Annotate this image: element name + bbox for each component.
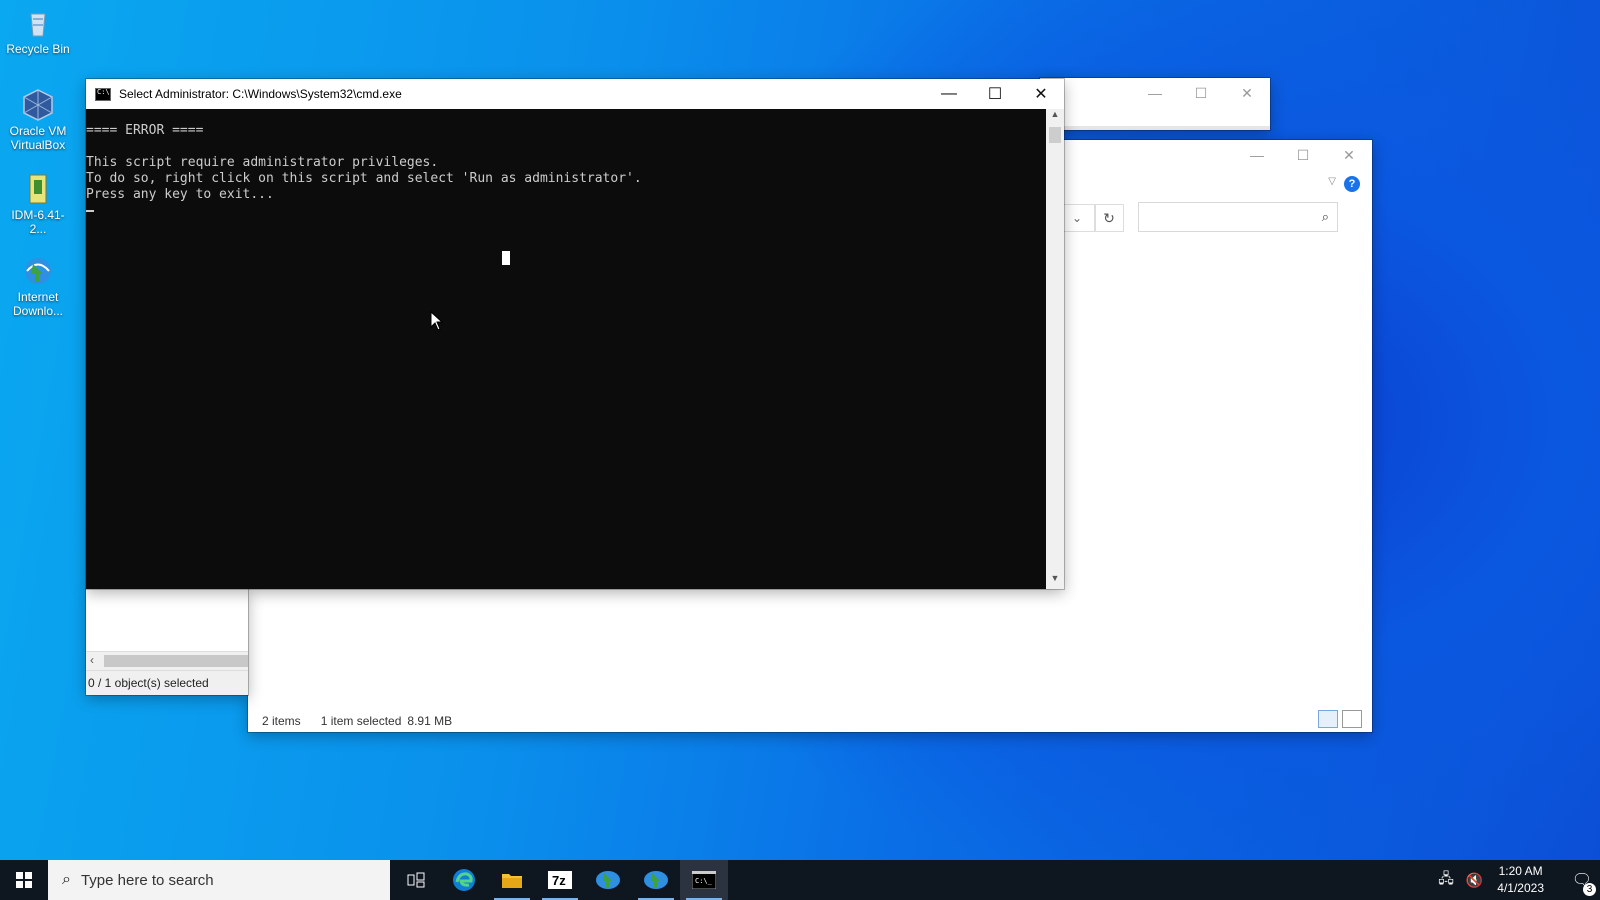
selection-block-cursor <box>502 251 510 265</box>
desktop-icon-virtualbox[interactable]: Oracle VM VirtualBox <box>4 88 72 152</box>
edge-icon <box>453 869 475 891</box>
console-line: Press any key to exit... <box>86 187 274 202</box>
desktop-icon-label: Recycle Bin <box>6 42 70 56</box>
scrollbar-thumb[interactable] <box>1049 127 1061 143</box>
svg-text:C:\_: C:\_ <box>695 877 713 885</box>
taskbar: ⌕ Type here to search 7z C:\_ 🖧 🔇 1:20 A… <box>0 860 1600 900</box>
refresh-icon: ↻ <box>1103 209 1115 226</box>
cmd-taskbar-button[interactable]: C:\_ <box>680 860 728 900</box>
idm-icon-2 <box>644 871 668 889</box>
scroll-left-icon[interactable]: ‹ <box>90 653 94 667</box>
console-line: To do so, right click on this script and… <box>86 171 642 186</box>
minimize-button[interactable]: — <box>1234 140 1280 170</box>
cmd-window[interactable]: Select Administrator: C:\Windows\System3… <box>86 79 1064 589</box>
task-view-icon <box>407 872 425 888</box>
file-explorer-icon <box>502 874 522 888</box>
file-explorer-taskbar-button[interactable] <box>488 860 536 900</box>
taskbar-search-box[interactable]: ⌕ Type here to search <box>48 860 390 900</box>
cmd-app-icon <box>95 87 111 101</box>
refresh-button[interactable]: ↻ <box>1094 204 1124 232</box>
archive-manager-window[interactable]: ‹ 0 / 1 object(s) selected <box>86 589 248 695</box>
maximize-button[interactable]: ☐ <box>1280 140 1326 170</box>
clock-date: 4/1/2023 <box>1497 881 1544 895</box>
console-line: This script require administrator privil… <box>86 155 439 170</box>
start-button[interactable] <box>0 860 48 900</box>
notification-badge: 3 <box>1583 883 1596 896</box>
selection-size: 8.91 MB <box>407 714 453 728</box>
item-count: 2 items <box>262 714 301 728</box>
horizontal-scrollbar[interactable]: ‹ <box>86 651 248 670</box>
scrollbar-thumb[interactable] <box>104 655 248 667</box>
task-view-button[interactable] <box>392 860 440 900</box>
selection-status: 1 item selected <box>320 714 402 728</box>
ribbon-expand-icon[interactable]: ▽ <box>1328 176 1336 187</box>
scroll-up-icon[interactable]: ▲ <box>1046 109 1064 125</box>
search-input[interactable]: ⌕ <box>1138 202 1338 232</box>
clock-time: 1:20 AM <box>1498 864 1543 878</box>
desktop-icon-idm[interactable]: Internet Downlo... <box>4 254 72 318</box>
help-icon[interactable]: ? <box>1344 176 1360 192</box>
explorer-caption: — ☐ ✕ <box>1234 140 1372 170</box>
windows-logo-icon <box>16 872 32 888</box>
vertical-scrollbar[interactable]: ▲ ▼ <box>1046 109 1064 589</box>
network-icon[interactable]: 🖧 <box>1438 868 1454 892</box>
cmd-icon: C:\_ <box>692 871 716 889</box>
window-title: Select Administrator: C:\Windows\System3… <box>119 87 402 101</box>
status-bar: 2 items 1 item selected 8.91 MB <box>262 714 452 728</box>
idm-icon <box>596 871 620 889</box>
action-center-button[interactable]: 🗨 3 <box>1564 870 1600 896</box>
desktop-icon-recycle-bin[interactable]: Recycle Bin <box>4 6 72 56</box>
background-window-caption: — ☐ ✕ <box>1132 78 1270 108</box>
background-window[interactable]: — ☐ ✕ <box>1040 78 1270 130</box>
status-bar: 0 / 1 object(s) selected <box>86 670 248 695</box>
internet-download-manager-icon <box>25 258 51 284</box>
close-button[interactable]: ✕ <box>1326 140 1372 170</box>
details-view-icon[interactable] <box>1318 710 1338 728</box>
desktop-icon-label: Internet Downlo... <box>12 290 64 318</box>
console-output[interactable]: ==== ERROR ==== This script require admi… <box>86 109 1046 589</box>
virtualbox-icon <box>23 89 53 121</box>
minimize-button[interactable]: — <box>926 79 972 109</box>
close-button[interactable]: ✕ <box>1018 79 1064 109</box>
svg-text:7z: 7z <box>552 873 566 888</box>
mouse-pointer-icon <box>430 311 444 331</box>
search-icon: ⌕ <box>1321 209 1329 224</box>
search-placeholder: Type here to search <box>80 871 214 889</box>
idm-taskbar-button-2[interactable] <box>632 860 680 900</box>
volume-muted-icon[interactable]: 🔇 <box>1466 872 1483 889</box>
desktop-icon-label: IDM-6.41-2... <box>11 208 65 236</box>
maximize-button[interactable]: ☐ <box>1178 78 1224 108</box>
large-icons-view-icon[interactable] <box>1342 710 1362 728</box>
console-line: ==== ERROR ==== <box>86 123 204 138</box>
idm-taskbar-button[interactable] <box>584 860 632 900</box>
edge-taskbar-button[interactable] <box>440 860 488 900</box>
close-button[interactable]: ✕ <box>1224 78 1270 108</box>
desktop: Recycle Bin Oracle VM VirtualBox IDM-6.4… <box>0 0 1600 860</box>
scroll-down-icon[interactable]: ▼ <box>1046 573 1064 589</box>
clock[interactable]: 1:20 AM 4/1/2023 <box>1497 863 1544 897</box>
minimize-button[interactable]: — <box>1132 78 1178 108</box>
installer-icon <box>29 174 47 204</box>
search-icon: ⌕ <box>62 871 71 888</box>
cmd-title-bar[interactable]: Select Administrator: C:\Windows\System3… <box>86 79 1064 109</box>
window-divider <box>1040 126 1270 130</box>
7zip-taskbar-button[interactable]: 7z <box>536 860 584 900</box>
desktop-icon-idm-installer[interactable]: IDM-6.41-2... <box>4 172 72 236</box>
maximize-button[interactable]: ☐ <box>972 79 1018 109</box>
7zip-icon: 7z <box>548 871 572 889</box>
recycle-bin-icon <box>30 13 46 37</box>
desktop-icon-label: Oracle VM VirtualBox <box>9 124 67 152</box>
cmd-caption-buttons: — ☐ ✕ <box>926 79 1064 109</box>
text-cursor <box>86 203 1046 219</box>
view-toggle <box>1318 710 1362 728</box>
chevron-down-icon: ⌄ <box>1071 211 1083 225</box>
system-tray: 🖧 🔇 1:20 AM 4/1/2023 🗨 3 <box>1432 860 1600 900</box>
taskbar-apps: 7z C:\_ <box>392 860 728 900</box>
